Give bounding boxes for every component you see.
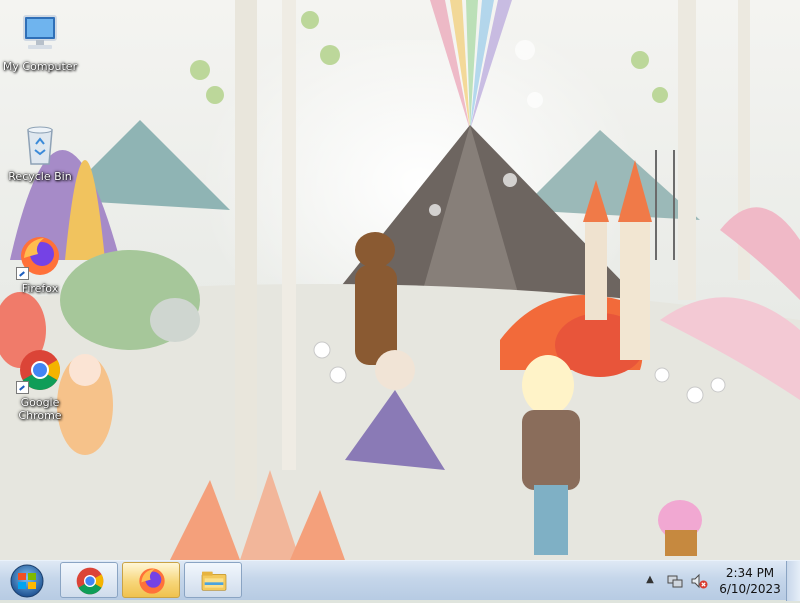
taskbar-button-file-explorer[interactable] [184,562,242,598]
desktop-icon-label: Google Chrome [18,396,62,422]
show-hidden-icons-button[interactable]: ▲ [644,573,656,587]
computer-icon [16,10,64,58]
desktop-icon-label: My Computer [2,60,78,73]
taskbar-button-firefox[interactable] [122,562,180,598]
desktop-icon-google-chrome[interactable]: Google Chrome [2,346,78,422]
taskbar: ▲ 2:34 PM 6/10/2023 [0,560,800,601]
shortcut-arrow-icon [16,267,29,280]
firefox-icon [139,568,165,594]
desktop-icon-my-computer[interactable]: My Computer [2,10,78,73]
shortcut-arrow-icon [16,381,29,394]
taskbar-button-chrome[interactable] [60,562,118,598]
file-explorer-icon [201,571,227,591]
firefox-icon [16,232,64,280]
desktop-icon-recycle-bin[interactable]: Recycle Bin [2,120,78,183]
recycle-bin-icon [16,120,64,168]
desktop-icon-firefox[interactable]: Firefox [2,232,78,295]
desktop-icon-label: Firefox [21,282,59,295]
show-desktop-button[interactable] [786,561,800,601]
desktop-wallpaper [0,0,800,560]
network-tray-icon[interactable] [666,572,684,590]
chevron-up-icon: ▲ [646,574,654,585]
desktop-icon-label: Recycle Bin [8,170,72,183]
start-button[interactable] [4,563,50,599]
chrome-icon [16,346,64,394]
volume-muted-tray-icon[interactable] [690,572,708,590]
clock-time: 2:34 PM [725,566,775,580]
clock-date: 6/10/2023 [719,582,781,596]
system-clock[interactable]: 2:34 PM 6/10/2023 [712,565,788,597]
chrome-icon [76,567,104,595]
windows-logo-icon [10,564,44,598]
